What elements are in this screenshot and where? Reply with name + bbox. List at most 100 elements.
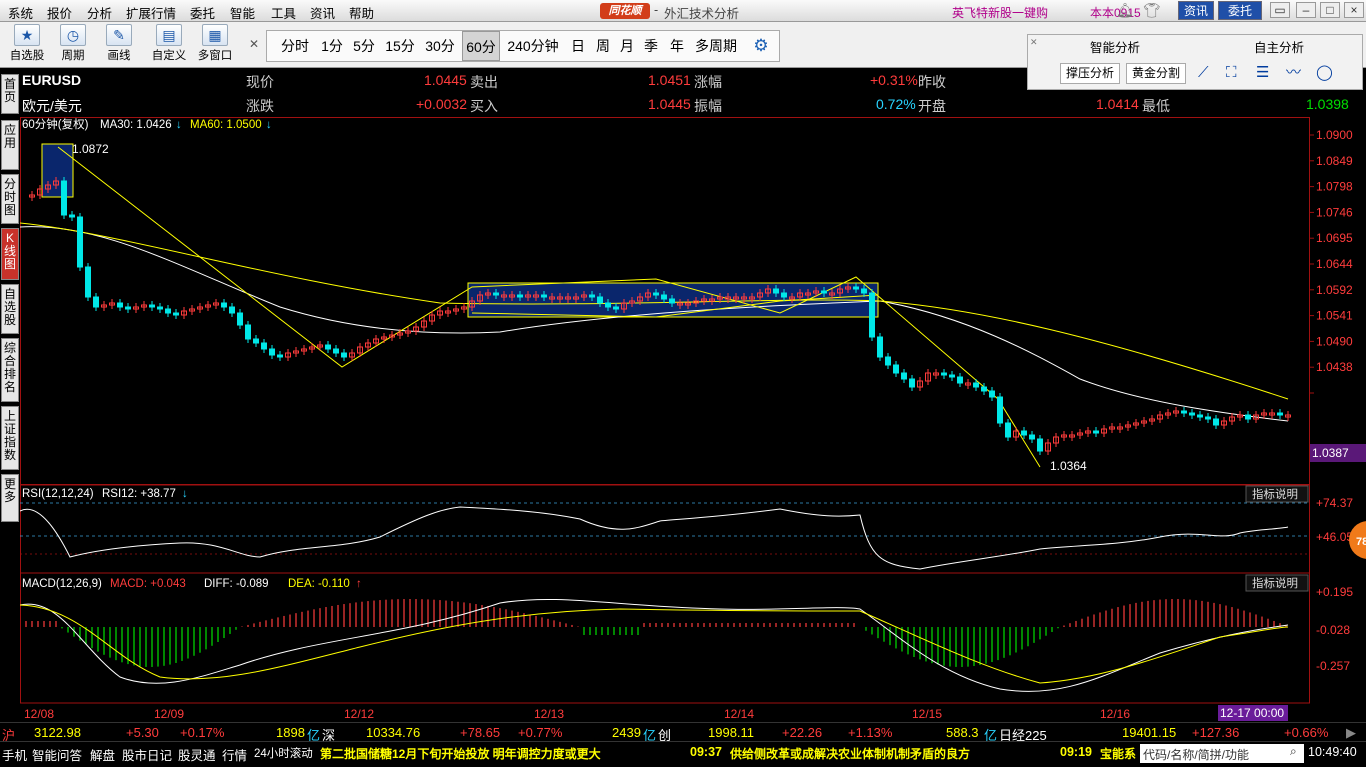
candle-body — [1189, 412, 1195, 416]
sz-amount: 2439 — [612, 725, 641, 740]
date-label-3: 12/12 — [344, 707, 374, 721]
period-60min[interactable]: 60分 — [462, 31, 500, 61]
period-week[interactable]: 周 — [591, 31, 615, 61]
multi-window-tool[interactable]: ▦ 多窗口 — [194, 24, 236, 63]
sidebar-tab-watchlist[interactable]: 自选股 — [1, 284, 19, 334]
sz-pct: +0.77% — [518, 725, 563, 740]
value-amplitude: 0.72% — [876, 96, 916, 112]
candle-body — [61, 180, 67, 216]
macd-dea: DEA: -0.110 — [288, 578, 350, 590]
sidebar-tab-kline[interactable]: K线图 — [1, 228, 19, 280]
sidebar-tab-more[interactable]: 更多 — [1, 474, 19, 522]
menu-news[interactable]: 资讯 — [310, 3, 335, 22]
sidebar-tab-home[interactable]: 首页 — [1, 74, 19, 114]
period-selector: ✕ 分时 1分 5分 15分 30分 60分 240分钟 日 周 月 季 年 多… — [249, 30, 780, 62]
candle-body — [517, 294, 523, 298]
period-label: 60分钟(复权) — [22, 117, 89, 131]
menu-quote[interactable]: 报价 — [47, 3, 72, 22]
nk-index[interactable]: 19401.15 — [1122, 725, 1176, 740]
status-bar: 手机 智能问答 解盘 股市日记 股灵通 行情 24小时滚动 第二批国储糖12月下… — [0, 741, 1366, 767]
candle-body — [597, 296, 603, 304]
draw-tool[interactable]: ✎ 画线 — [98, 24, 140, 63]
custom-tool[interactable]: ▤ 自定义 — [148, 24, 190, 63]
cy-index[interactable]: 1998.11 — [708, 725, 754, 740]
candle-body — [1213, 418, 1219, 426]
menu-bar: 系统 报价 分析 扩展行情 委托 智能 工具 资讯 帮助 同花顺 - 外汇技术分… — [0, 0, 1366, 22]
promo-link[interactable]: 英飞特新股一键购 — [952, 4, 1048, 21]
status-24h[interactable]: 24小时滚动 — [254, 745, 313, 761]
own-analysis-header[interactable]: 自主分析 — [1254, 37, 1304, 56]
sidebar-tab-ranking[interactable]: 综合排名 — [1, 338, 19, 402]
menu-trade[interactable]: 委托 — [190, 3, 215, 22]
period-30min[interactable]: 30分 — [421, 31, 459, 61]
news-ticker-3[interactable]: 宝能系 — [1100, 745, 1136, 762]
rsi-line — [20, 506, 1289, 570]
menu-analysis[interactable]: 分析 — [87, 3, 112, 22]
period-5min[interactable]: 5分 — [349, 31, 379, 61]
price-tick-label: 1.0900 — [1316, 128, 1353, 142]
candle-body — [341, 352, 347, 358]
candle-body — [957, 376, 963, 384]
windows-icon: ▦ — [202, 24, 228, 46]
status-diary[interactable]: 股市日记 — [122, 745, 172, 764]
close-icon[interactable]: × — [1344, 2, 1364, 18]
shirt-icon[interactable]: 👕︎ — [1143, 2, 1161, 19]
candle-body — [949, 374, 955, 378]
candle-body — [661, 294, 667, 300]
menu-help[interactable]: 帮助 — [349, 3, 374, 22]
status-market[interactable]: 行情 — [222, 745, 247, 764]
sidebar-tab-timeshare[interactable]: 分时图 — [1, 174, 19, 224]
candle-body — [125, 306, 131, 310]
search-icon[interactable]: ⌕ — [1290, 744, 1297, 759]
period-15min[interactable]: 15分 — [381, 31, 419, 61]
cy-amount: 588.3 — [946, 725, 979, 740]
close-period-bar-icon[interactable]: ✕ — [249, 37, 259, 51]
status-mobile[interactable]: 手机 — [2, 745, 27, 764]
label-low: 最低 — [1142, 98, 1170, 114]
period-season[interactable]: 季 — [639, 31, 663, 61]
star-icon: ★ — [14, 24, 40, 46]
kline-chart[interactable]: 1.0900 1.0849 1.0798 1.0746 1.0695 1.0644 1.05… — [20, 117, 1366, 722]
value-last: 1.0445 — [424, 72, 467, 88]
status-jiepan[interactable]: 解盘 — [90, 745, 115, 764]
bell-icon[interactable]: 🔔︎ — [1116, 2, 1134, 19]
menu-extended-market[interactable]: 扩展行情 — [126, 3, 176, 22]
ma60-down-icon: ↓ — [266, 119, 272, 131]
minimize-icon[interactable]: – — [1296, 2, 1316, 18]
trade-button[interactable]: 委托 — [1218, 1, 1262, 20]
news-button[interactable]: 资讯 — [1178, 1, 1214, 20]
period-day[interactable]: 日 — [565, 31, 591, 61]
smart-analysis-header[interactable]: 智能分析 — [1090, 37, 1140, 56]
label-bid: 买入 — [470, 98, 498, 114]
candle-body — [941, 372, 947, 376]
sidebar-tab-sh-index[interactable]: 上证指数 — [1, 406, 19, 470]
status-linktong[interactable]: 股灵通 — [178, 745, 216, 764]
ma60-label: MA60: 1.0500 — [190, 119, 262, 131]
sz-index[interactable]: 10334.76 — [366, 725, 420, 740]
period-month[interactable]: 月 — [615, 31, 639, 61]
period-240min[interactable]: 240分钟 — [504, 31, 562, 61]
window-restore-icon[interactable]: ▭ — [1270, 2, 1290, 18]
period-multi[interactable]: 多周期 — [692, 31, 740, 61]
search-input[interactable]: 代码/名称/简拼/功能 — [1140, 744, 1304, 763]
status-qa[interactable]: 智能问答 — [32, 745, 82, 764]
scroll-arrow-icon[interactable]: ▶ — [1346, 725, 1356, 741]
sh-index[interactable]: 3122.98 — [34, 725, 81, 740]
news-ticker-2[interactable]: 供给侧改革或成解决农业体制机制矛盾的良方 — [730, 745, 970, 762]
watchlist-tool[interactable]: ★ 自选股 — [6, 24, 48, 63]
menu-system[interactable]: 系统 — [8, 3, 33, 22]
menu-tools[interactable]: 工具 — [271, 3, 296, 22]
period-year[interactable]: 年 — [665, 31, 689, 61]
gear-icon[interactable]: ⚙ — [748, 31, 774, 61]
news-ticker-1[interactable]: 第二批国储糖12月下旬开始投放 明年调控力度或更大 — [320, 745, 601, 762]
period-timeshare[interactable]: 分时 — [275, 31, 315, 61]
menu-smart[interactable]: 智能 — [230, 3, 255, 22]
panel-grip-icon[interactable]: ✕ — [1030, 37, 1038, 48]
maximize-icon[interactable]: □ — [1320, 2, 1340, 18]
candle-body — [893, 364, 899, 374]
period-1min[interactable]: 1分 — [317, 31, 347, 61]
period-tool[interactable]: ◷ 周期 — [52, 24, 94, 63]
sidebar-tab-apps[interactable]: 应用 — [1, 120, 19, 170]
ma30-down-icon: ↓ — [176, 119, 182, 131]
date-label-2: 12/09 — [154, 707, 184, 721]
